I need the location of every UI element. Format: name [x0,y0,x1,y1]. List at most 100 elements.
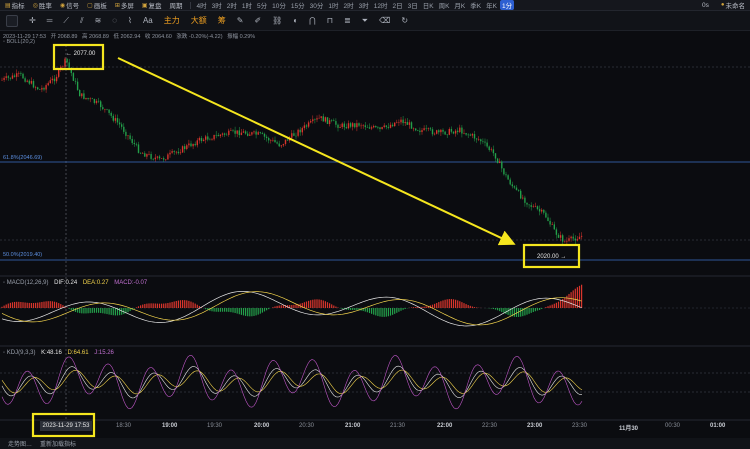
candle-body [328,120,331,124]
candle-body [234,130,236,134]
candle-body [410,122,413,129]
macd-bar [392,308,394,315]
macd-bar [570,292,572,308]
macd-bar [35,302,37,308]
macd-bar [545,307,547,308]
macd-bar [91,308,93,313]
candle-body [198,138,201,141]
candle-body [150,153,152,159]
candle-body [211,139,213,140]
bottom-status-text: 重新加载指标 [40,442,77,448]
candle-body [133,142,135,144]
macd-bar [310,300,312,308]
boll-indicator-label[interactable]: ◦ BOLL(20,2) [3,39,35,45]
candle-body [223,133,226,135]
candle-body [106,109,108,110]
macd-bar [70,308,72,311]
macd-bar [100,308,102,313]
macd-dif-line [1,291,582,327]
macd-bar [492,308,494,309]
chart-canvas[interactable] [0,0,750,449]
macd-bar [188,300,190,308]
macd-bar [520,308,522,317]
macd-bar [169,302,171,308]
macd-bar [383,308,385,317]
time-tick: 11月30 [619,426,639,432]
candle-body [257,132,259,135]
macd-bar [555,302,557,308]
macd-bar [93,308,95,313]
candle-body [549,220,551,225]
macd-bar [505,308,507,314]
macd-bar [278,305,280,308]
candle-body [570,236,572,239]
candle-body [320,116,322,118]
macd-legend[interactable]: ◦ MACD(12,26,9) DIF:0.24 DEA:0.27 MACD:-… [3,280,147,286]
candle-body [163,158,165,160]
macd-bar [394,308,396,314]
macd-bar [564,297,566,308]
macd-bar [263,308,266,312]
candle-body [158,156,161,159]
candle-body [553,224,555,230]
macd-bar [236,308,238,314]
candle-body [20,73,22,74]
candle-body [370,127,373,129]
candle-body [305,125,308,127]
candle-body [482,141,484,142]
candle-body [547,217,549,221]
time-tick: 20:00 [254,423,270,429]
macd-bar [398,308,400,312]
candle-body [144,153,146,157]
macd-bar [293,304,295,308]
candle-body [427,128,429,129]
macd-bar [541,308,543,309]
macd-bar [434,303,436,308]
candle-body [496,158,499,164]
macd-bar [186,300,188,308]
trend-arrow [117,57,516,246]
candle-body [55,76,58,82]
time-tick: 21:00 [345,423,361,429]
macd-bar [490,308,492,309]
macd-bar [3,305,5,308]
macd-bar [87,308,89,314]
candle-body [574,238,576,241]
candle-body [173,151,175,152]
candle-body [215,134,217,136]
macd-bar [156,303,158,308]
candle-body [385,125,387,127]
candle-body [13,75,16,77]
candle-body [343,123,345,128]
candle-body [562,235,564,242]
info-change: 涨跌 -0.20%(-4.22) [176,34,223,40]
macd-bar [18,301,20,308]
candle-body [74,80,77,82]
macd-bar [295,304,297,308]
candle-body [58,69,60,77]
macd-bar [28,302,30,308]
candle-body [45,85,47,90]
macd-bar [26,302,28,308]
bottom-left-label[interactable]: 走势图… [8,439,32,448]
candle-body [423,128,425,131]
candle-body [255,131,257,135]
info-high: 高 2068.89 [82,34,109,40]
info-close: 收 2064.60 [144,34,172,40]
macd-bar [322,300,324,308]
candle-body [51,78,54,81]
macd-bar [421,306,423,308]
kdj-legend[interactable]: ◦ KDJ(9,3,3) K:48.16 D:64.61 J:15.26 [3,350,114,356]
kdj-d-line [1,369,583,395]
macd-bar [473,307,476,308]
candle-body [280,145,282,147]
macd-bar [49,301,51,308]
macd-bar [165,303,167,308]
candle-body [251,132,253,135]
candle-body [564,241,566,243]
candle-body [438,130,440,133]
candle-body [381,127,383,130]
macd-bar [152,303,154,308]
macd-bar [158,303,161,308]
macd-bar [532,308,534,313]
